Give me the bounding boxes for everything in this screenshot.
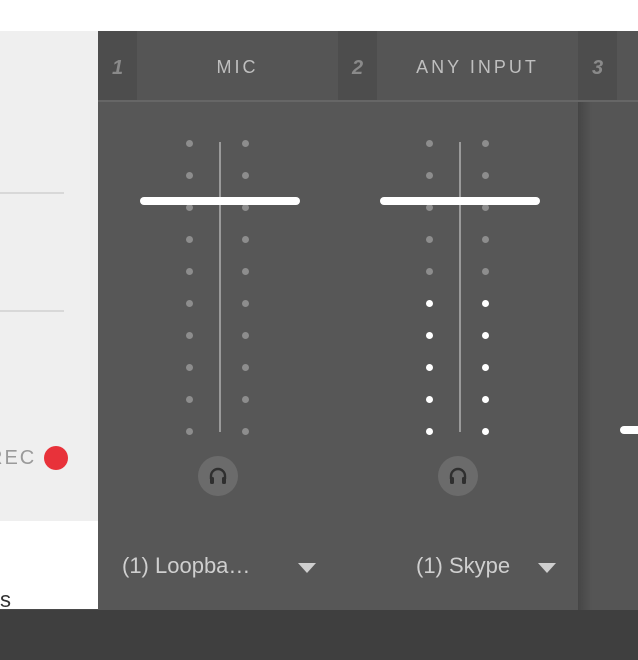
meter-dot [482, 300, 489, 307]
fader-track [219, 142, 221, 432]
meter-dot [186, 396, 193, 403]
meter-dot [482, 364, 489, 371]
meter-dot [186, 364, 193, 371]
record-dot-icon[interactable] [44, 446, 68, 470]
channel-header: 1 MIC [98, 31, 338, 102]
volume-fader-handle[interactable] [140, 197, 300, 205]
meter-dot [242, 172, 249, 179]
meter-dot [482, 204, 489, 211]
meter-dot [482, 268, 489, 275]
channel-header: 3 [578, 31, 638, 102]
meter-dot [426, 428, 433, 435]
meter-dot [426, 268, 433, 275]
channel-2: 2 ANY INPUT (1) Skype [338, 31, 578, 610]
channel-number: 2 [352, 57, 364, 79]
meter-dot [242, 396, 249, 403]
meter-dot [186, 140, 193, 147]
left-panel: REC s [0, 31, 98, 612]
headphones-icon [209, 467, 227, 484]
headphones-button[interactable] [438, 456, 478, 496]
volume-fader-handle[interactable] [620, 426, 638, 434]
meter-dot [482, 172, 489, 179]
chevron-down-icon[interactable] [538, 563, 556, 573]
channel-3: 3 [578, 31, 638, 610]
meter-dot [482, 428, 489, 435]
channel-number-box: 1 [98, 31, 137, 100]
meter-dot [426, 300, 433, 307]
meter-dot [426, 364, 433, 371]
meter-dot [242, 140, 249, 147]
headphones-button[interactable] [198, 456, 238, 496]
meter-dot [426, 140, 433, 147]
meter-dot [242, 364, 249, 371]
channel-title: MIC [216, 57, 259, 77]
left-panel-footer [0, 521, 98, 609]
volume-fader-handle[interactable] [380, 197, 540, 205]
meter-dot [242, 204, 249, 211]
meter-dot [242, 268, 249, 275]
meter-dot [186, 300, 193, 307]
meter-dot [186, 172, 193, 179]
meter-dot [482, 332, 489, 339]
meter-dot [242, 300, 249, 307]
meter-dot [426, 396, 433, 403]
fader-area [98, 102, 338, 522]
meter-dot [482, 396, 489, 403]
divider [0, 310, 64, 312]
channel-number-box: 3 [578, 31, 617, 100]
meter-dot [242, 332, 249, 339]
meter-dot [242, 236, 249, 243]
top-bar [0, 0, 638, 32]
meter-dot [426, 332, 433, 339]
fader-area [338, 102, 578, 522]
channel-number: 1 [112, 57, 124, 79]
rec-label: REC [0, 447, 37, 469]
bottom-bar [0, 610, 638, 660]
meter-dot [186, 428, 193, 435]
meter-dot [186, 268, 193, 275]
channel-number: 3 [592, 57, 604, 79]
divider [0, 192, 64, 194]
channel-title: ANY INPUT [416, 57, 539, 77]
meter-dot [426, 172, 433, 179]
meter-dot [186, 204, 193, 211]
input-select-value[interactable]: (1) Skype [416, 553, 510, 579]
meter-dot [482, 236, 489, 243]
meter-dot [482, 140, 489, 147]
meter-dot [242, 428, 249, 435]
meter-dot [186, 236, 193, 243]
meter-dot [186, 332, 193, 339]
meter-dot [426, 236, 433, 243]
fader-track [459, 142, 461, 432]
channel-1: 1 MIC (1) Loopba… [98, 31, 338, 610]
input-select-value[interactable]: (1) Loopba… [122, 553, 250, 579]
meter-dot [426, 204, 433, 211]
channel-shadow [578, 31, 592, 610]
headphones-icon [449, 467, 467, 484]
channel-header: 2 ANY INPUT [338, 31, 578, 102]
chevron-down-icon[interactable] [298, 563, 316, 573]
channel-number-box: 2 [338, 31, 377, 100]
